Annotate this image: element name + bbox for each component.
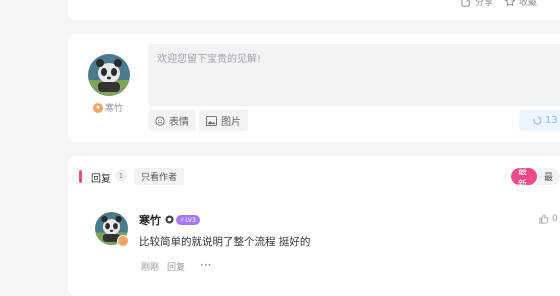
smiley-icon (155, 115, 165, 126)
sort-hot-button[interactable]: 最 (537, 168, 560, 185)
sort-latest-button[interactable]: 最新 (511, 168, 537, 185)
reply-level-icon (117, 235, 129, 247)
thumbs-up-icon[interactable] (539, 214, 549, 224)
reply-content: 比较简单的就说明了整个流程 挺好的 (139, 236, 311, 248)
favorite-label: 收藏 (519, 0, 538, 8)
share-icon (461, 0, 470, 7)
level-badge: ⚡ LV3 (176, 215, 200, 225)
share-label: 分享 (475, 0, 494, 8)
emoji-label: 表情 (169, 117, 189, 128)
image-button[interactable]: 图片 (199, 110, 248, 131)
more-label: ··· (549, 0, 558, 5)
share-button[interactable]: 分享 (461, 0, 493, 8)
section-accent-bar (79, 170, 82, 183)
current-user-avatar[interactable] (88, 54, 130, 96)
author-only-button[interactable]: 只看作者 (134, 168, 185, 185)
level-badge-text: LV3 (185, 216, 196, 224)
image-icon (206, 115, 217, 126)
replies-title: 回复 (91, 174, 111, 185)
reply-more-button[interactable]: ··· (200, 258, 211, 272)
reply-button[interactable]: 回复 (167, 260, 185, 273)
current-user-badge: ★ 寒竹 (93, 101, 123, 114)
replies-count-badge: 1 (115, 170, 127, 182)
like-count: 0 (552, 214, 558, 224)
reply-author-name[interactable]: 寒竹 (139, 212, 161, 228)
sort-toggle: 最新 最 (511, 168, 560, 185)
verified-icon (165, 215, 174, 224)
submit-button[interactable]: 13 (519, 110, 560, 131)
comment-input[interactable]: 欢迎您留下宝贵的见解! (148, 44, 560, 106)
avatar-image (88, 54, 130, 96)
emoji-button[interactable]: 表情 (148, 110, 196, 131)
submit-label: 13 (545, 115, 558, 126)
loading-icon (533, 116, 542, 125)
star-icon (504, 0, 516, 7)
reply-time: 刚刚 (141, 263, 160, 273)
level-icon: ★ (93, 102, 103, 113)
favorite-button[interactable]: 收藏 (504, 0, 537, 8)
level-badge-icon: ⚡ (180, 216, 185, 224)
image-label: 图片 (221, 117, 241, 128)
comment-placeholder: 欢迎您留下宝贵的见解! (157, 54, 262, 65)
current-user-name: 寒竹 (105, 104, 124, 114)
reply-meta: 刚刚 回复 (141, 260, 185, 273)
more-button[interactable]: ··· (549, 0, 558, 5)
